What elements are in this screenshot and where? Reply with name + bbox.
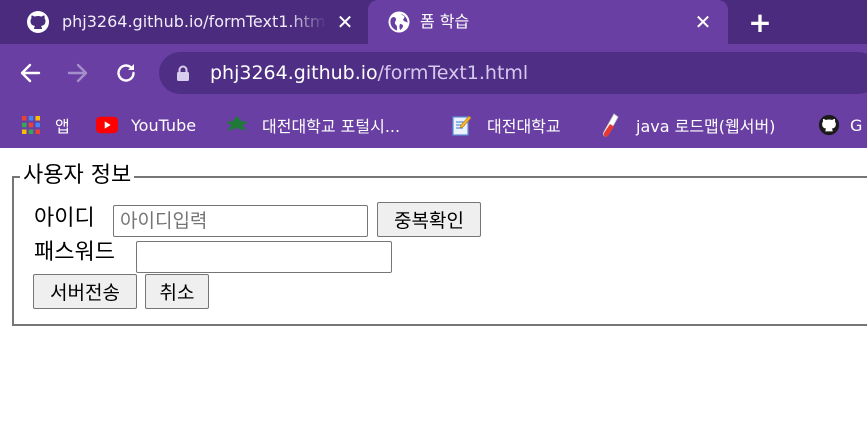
fieldset-legend: 사용자 정보 xyxy=(20,162,135,190)
globe-icon xyxy=(387,10,411,34)
bookmark-apps[interactable]: 앱 xyxy=(20,109,70,141)
bookmark-java-roadmap[interactable]: java 로드맵(웹서버) xyxy=(600,109,775,141)
id-label: 아이디 xyxy=(34,206,95,231)
bookmark-label: 앱 xyxy=(55,117,70,136)
apps-grid-icon xyxy=(20,114,42,136)
dju-logo-icon xyxy=(226,114,248,136)
tab-formtext1[interactable]: phj3264.github.io/formText1.html ✕ xyxy=(0,0,368,44)
tab-strip: phj3264.github.io/formText1.html ✕ 폼 학습 … xyxy=(0,0,867,44)
new-tab-button[interactable]: + xyxy=(746,6,774,39)
submit-to-server-button[interactable]: 서버전송 xyxy=(33,274,137,309)
browser-toolbar: phj3264.github.io/formText1.html xyxy=(0,44,867,102)
notepad-icon xyxy=(451,114,473,136)
github-icon xyxy=(818,114,840,136)
bookmark-dju[interactable]: 대전대학교 xyxy=(451,109,561,141)
bookmark-github[interactable]: G xyxy=(818,109,862,141)
close-tab-icon[interactable]: ✕ xyxy=(691,10,715,34)
url-text[interactable]: phj3264.github.io/formText1.html xyxy=(210,61,528,85)
url-path: /formText1.html xyxy=(377,62,529,84)
bookmark-label: 대전대학교 포털시... xyxy=(262,117,401,136)
bookmark-dju-portal[interactable]: 대전대학교 포털시... xyxy=(226,109,400,141)
cancel-button[interactable]: 취소 xyxy=(145,274,209,309)
bookmark-label: YouTube xyxy=(131,115,197,135)
tab-title: phj3264.github.io/formText1.html xyxy=(62,12,327,31)
test-tube-icon xyxy=(600,113,622,137)
forward-arrow-icon[interactable] xyxy=(64,59,92,87)
reload-icon[interactable] xyxy=(112,59,140,87)
bookmarks-bar: 앱 YouTube 대전대학교 포털시... 대전대학교 java 로드맵(웹서… xyxy=(0,102,867,148)
duplicate-check-button[interactable]: 중복확인 xyxy=(377,202,481,237)
back-arrow-icon[interactable] xyxy=(16,59,44,87)
bookmark-label: G xyxy=(850,115,863,135)
youtube-icon xyxy=(96,114,118,136)
close-tab-icon[interactable]: ✕ xyxy=(333,10,357,34)
address-bar[interactable]: phj3264.github.io/formText1.html xyxy=(159,52,867,94)
url-host: phj3264.github.io xyxy=(210,62,378,84)
password-label: 패스워드 xyxy=(34,240,115,265)
lock-icon xyxy=(175,65,191,81)
github-icon xyxy=(26,10,50,34)
password-input[interactable] xyxy=(136,241,392,273)
id-input[interactable] xyxy=(113,205,368,237)
tab-title: 폼 학습 xyxy=(420,12,470,31)
bookmark-label: 대전대학교 xyxy=(487,117,561,136)
bookmark-label: java 로드맵(웹서버) xyxy=(636,117,776,136)
bookmark-youtube[interactable]: YouTube xyxy=(96,109,196,141)
tab-form-learning[interactable]: 폼 학습 ✕ xyxy=(368,0,728,44)
